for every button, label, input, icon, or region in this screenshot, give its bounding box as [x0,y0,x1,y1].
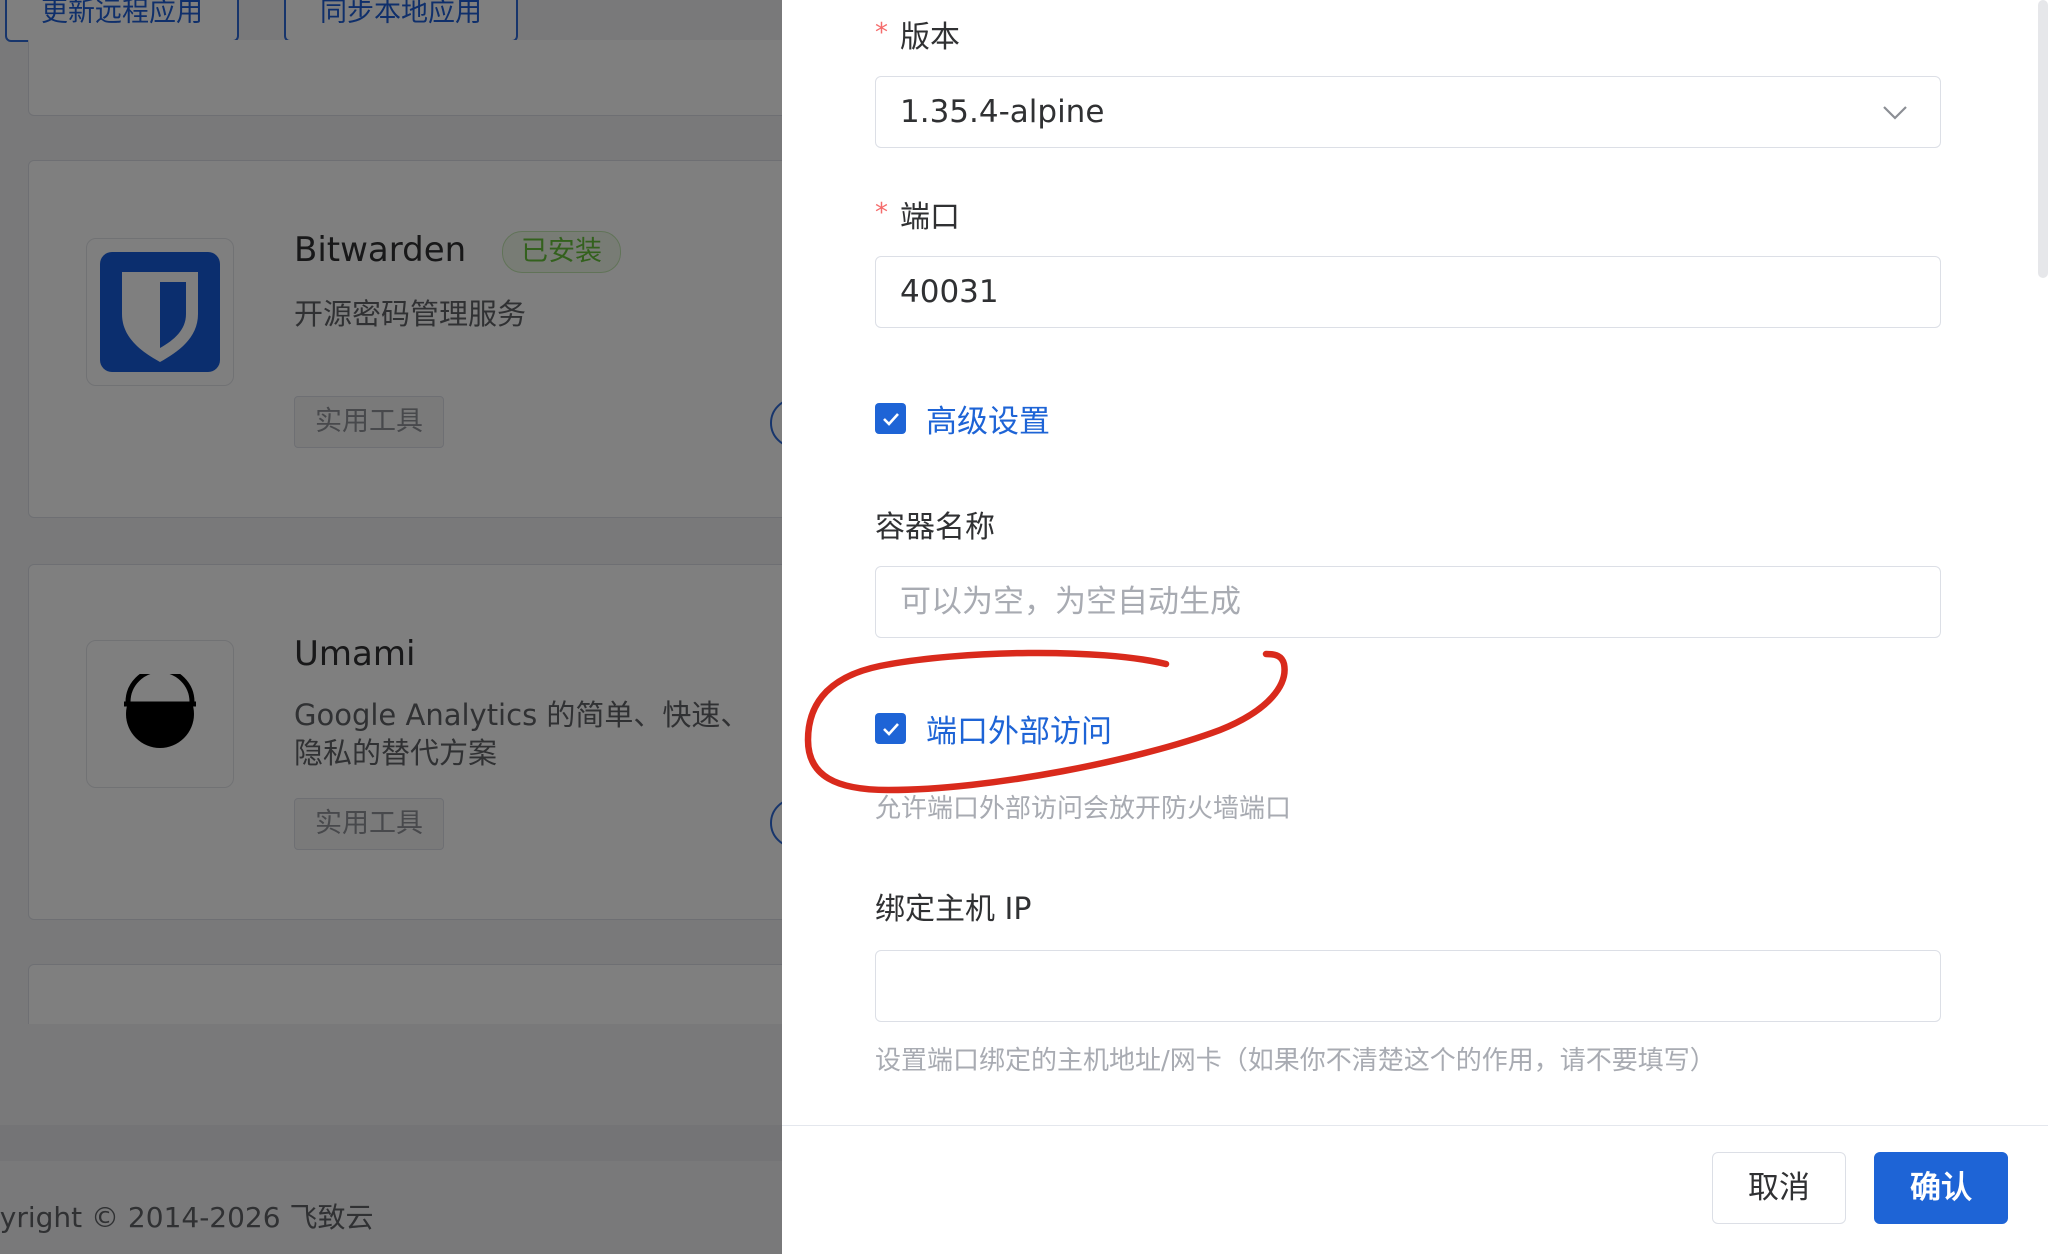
required-mark: * [875,18,888,48]
port-label-text: 端口 [900,200,960,235]
checkbox-checked-icon[interactable] [875,713,906,744]
container-name-label: 容器名称 [875,510,995,545]
chevron-down-icon [1883,106,1907,120]
advanced-settings-checkbox[interactable]: 高级设置 [875,396,1050,441]
port-external-access-label[interactable]: 端口外部访问 [926,706,1112,751]
version-select-value: 1.35.4-alpine [900,94,1105,130]
modal-overlay[interactable] [0,0,782,1254]
host-ip-hint: 设置端口绑定的主机地址/网卡（如果你不清楚这个的作用，请不要填写） [875,1046,1716,1076]
host-ip-input[interactable] [875,950,1941,1022]
version-label-text: 版本 [900,20,960,55]
drawer-form-body: * 版本 1.35.4-alpine * 端口 高级设置 容器名称 [782,0,2048,1125]
port-label: * 端口 [875,192,960,236]
port-input[interactable] [875,256,1941,328]
confirm-button[interactable]: 确认 [1874,1152,2008,1224]
port-external-access-checkbox[interactable]: 端口外部访问 [875,706,1112,751]
drawer-footer: 取消 确认 [782,1125,2048,1254]
cancel-button[interactable]: 取消 [1712,1152,1846,1224]
drawer-scrollbar[interactable] [2038,0,2048,278]
install-app-drawer: * 版本 1.35.4-alpine * 端口 高级设置 容器名称 [782,0,2048,1254]
port-external-access-hint: 允许端口外部访问会放开防火墙端口 [875,794,1292,824]
checkbox-checked-icon[interactable] [875,403,906,434]
container-name-input[interactable] [875,566,1941,638]
advanced-settings-label[interactable]: 高级设置 [926,396,1050,441]
required-mark: * [875,198,888,228]
version-select[interactable]: 1.35.4-alpine [875,76,1941,148]
version-label: * 版本 [875,12,960,56]
host-ip-label: 绑定主机 IP [875,892,1032,927]
